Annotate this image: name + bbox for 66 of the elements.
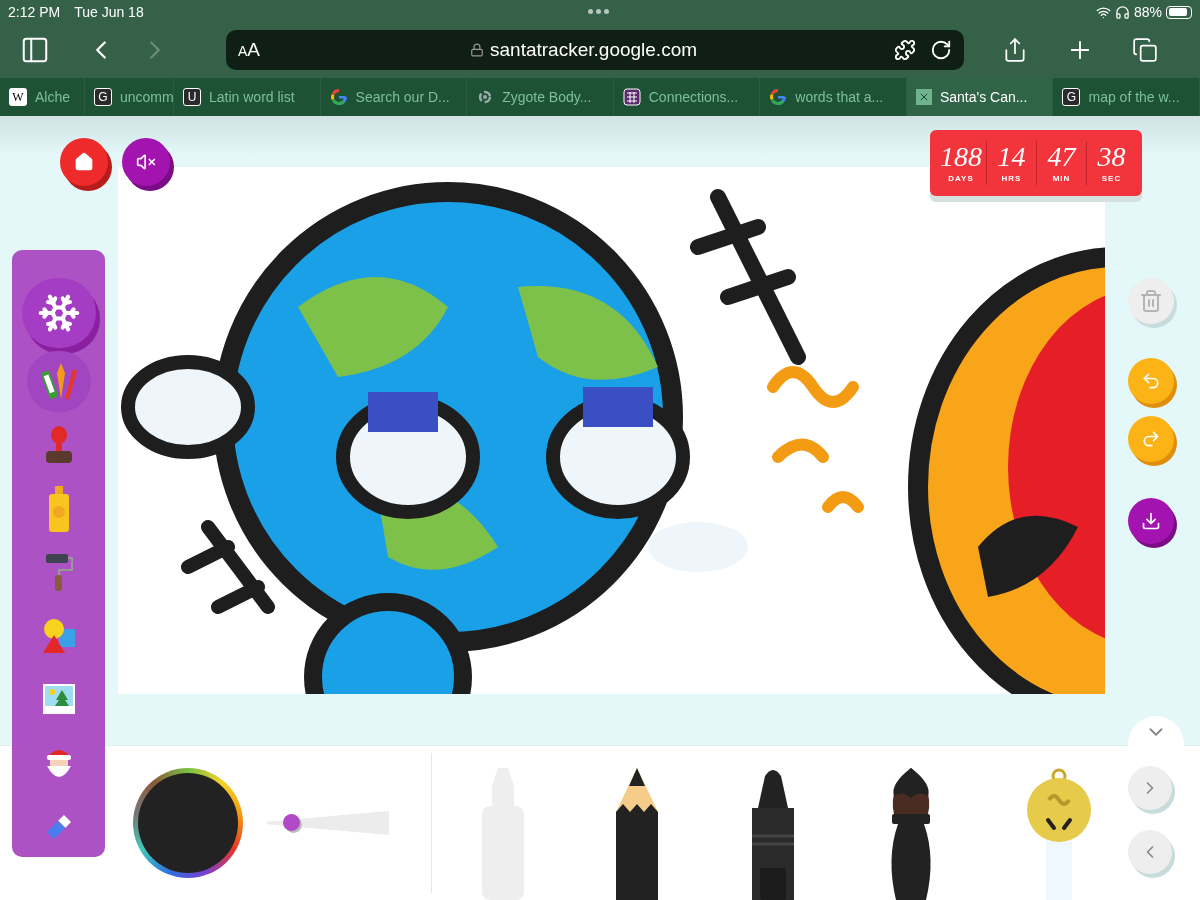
tabs-button[interactable] [1132,37,1158,63]
url-text: santatracker.google.com [490,37,698,62]
grid-icon [622,88,641,106]
redo-button[interactable] [1128,416,1174,462]
download-button[interactable] [1128,498,1174,544]
browser-tab[interactable]: Zygote Body... [467,78,614,116]
countdown-unit: SEC [1101,173,1122,185]
browser-tab[interactable]: words that a... [760,78,907,116]
spreadsheet-icon [915,89,932,105]
favicon: G [1062,88,1081,106]
browser-tab[interactable]: Search our D... [320,78,468,116]
tab-title: Search our D... [355,87,450,107]
tab-title: words that a... [795,87,884,107]
status-time: 2:12 PM [8,2,61,22]
countdown-value: 38 [1097,141,1126,173]
sidebar-button[interactable] [20,35,50,65]
download-icon [1141,511,1161,531]
text-size-button[interactable]: AA [238,35,261,65]
tab-title: Latin word list [209,87,295,107]
google-icon [329,88,348,106]
favicon: G [94,88,112,106]
browser-tab[interactable]: Connections... [613,78,761,116]
paint-bottle-icon [46,485,71,532]
favicon: U [183,88,201,106]
bell-tool-icon[interactable] [1024,768,1094,900]
status-date: Tue Jun 18 [74,2,144,22]
tab-title: Santa's Can... [939,87,1028,107]
pencil-icon[interactable] [614,768,660,900]
lock-icon [470,43,485,57]
mute-icon [136,152,156,172]
wifi-icon [1095,4,1111,20]
tab-title: Connections... [648,87,739,107]
battery-icon [1166,5,1192,19]
home-icon [74,152,94,172]
google-icon [769,88,788,106]
share-button[interactable] [1002,37,1028,63]
undo-button[interactable] [1128,358,1174,404]
browser-tab[interactable]: G map of the w... [1053,78,1200,116]
reload-button[interactable] [930,39,952,61]
address-bar[interactable]: AA santatracker.google.com [226,30,964,70]
headphones-icon [1114,4,1130,20]
trash-icon [1139,289,1163,313]
tab-title: Zygote Body... [502,87,592,107]
tab-title: Alche [35,87,71,107]
countdown-value: 14 [997,141,1026,173]
more-dots-icon [588,9,609,14]
undo-icon [1141,371,1161,391]
countdown-value: 47 [1047,141,1076,173]
countdown-unit: DAYS [948,173,974,185]
image-icon [42,684,75,715]
countdown-unit: MIN [1052,173,1071,185]
countdown-value: 188 [940,141,982,173]
tab-title: uncomm [120,87,173,107]
browser-tab[interactable]: W Alche [0,78,85,116]
browser-tab[interactable]: U Latin word list [174,78,321,116]
shapes-icon [40,616,77,655]
extension-button[interactable] [894,39,916,61]
slider-thumb[interactable] [283,814,301,831]
redo-icon [1141,429,1161,449]
battery-percent: 88% [1133,2,1162,22]
browser-tab[interactable]: Santa's Can... [906,78,1054,116]
browser-tab[interactable]: G uncomm [85,78,174,116]
paint-roller-icon [43,552,74,593]
favicon: W [9,88,27,106]
tab-title: map of the w... [1088,87,1180,107]
countdown-unit: HRS [1001,173,1022,185]
